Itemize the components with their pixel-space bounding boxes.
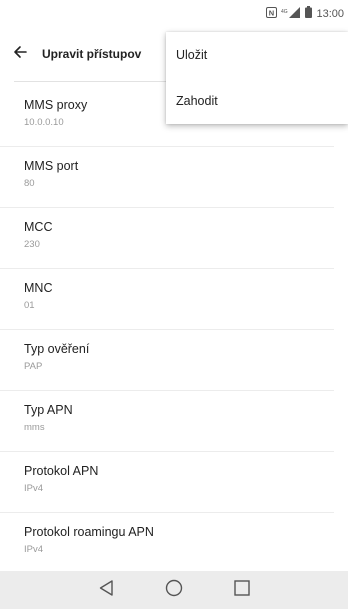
status-bar: N 4G 13:00 [0,0,348,28]
setting-label: MCC [24,220,53,234]
setting-value: IPv4 [24,544,44,555]
menu-item-discard[interactable]: Zahodit [166,78,348,124]
setting-value: IPv4 [24,483,44,494]
menu-item-save[interactable]: Uložit [166,32,348,78]
back-triangle-icon [98,579,114,602]
setting-label: Typ APN [24,403,73,417]
recents-square-icon [233,579,251,602]
screen: N 4G 13:00 Upravit přístupov MMS proxy 1… [0,0,348,609]
svg-text:4G: 4G [281,9,288,15]
setting-value: 80 [24,178,35,189]
setting-label: Typ ověření [24,342,90,356]
battery-icon [305,5,313,23]
overflow-menu: Uložit Zahodit [166,32,348,124]
settings-list: MMS proxy 10.0.0.10 MMS port 80 MCC 230 … [0,86,348,574]
setting-mnc[interactable]: MNC 01 [0,269,334,330]
svg-text:N: N [269,8,274,17]
setting-mms-port[interactable]: MMS port 80 [0,147,334,208]
nav-home-button[interactable] [161,577,187,603]
home-circle-icon [165,579,183,602]
setting-apn-type[interactable]: Typ APN mms [0,391,334,452]
setting-label: MMS port [24,159,79,173]
navigation-bar [0,571,348,609]
arrow-back-icon [13,45,27,64]
setting-label: Protokol roamingu APN [24,525,154,539]
setting-label: Protokol APN [24,464,99,478]
setting-label: MNC [24,281,53,295]
page-title: Upravit přístupov [42,47,142,61]
setting-apn-protocol[interactable]: Protokol APN IPv4 [0,452,334,513]
setting-value: 01 [24,300,35,311]
setting-apn-roaming-protocol[interactable]: Protokol roamingu APN IPv4 [0,513,334,574]
setting-value: PAP [24,361,43,372]
setting-mcc[interactable]: MCC 230 [0,208,334,269]
nav-recents-button[interactable] [229,577,255,603]
signal-icon: 4G [281,5,301,23]
nfc-icon: N [266,5,278,23]
setting-value: 230 [24,239,40,250]
status-time: 13:00 [316,8,344,20]
setting-value: mms [24,422,45,433]
setting-auth-type[interactable]: Typ ověření PAP [0,330,334,391]
nav-back-button[interactable] [93,577,119,603]
back-button[interactable] [8,42,32,66]
